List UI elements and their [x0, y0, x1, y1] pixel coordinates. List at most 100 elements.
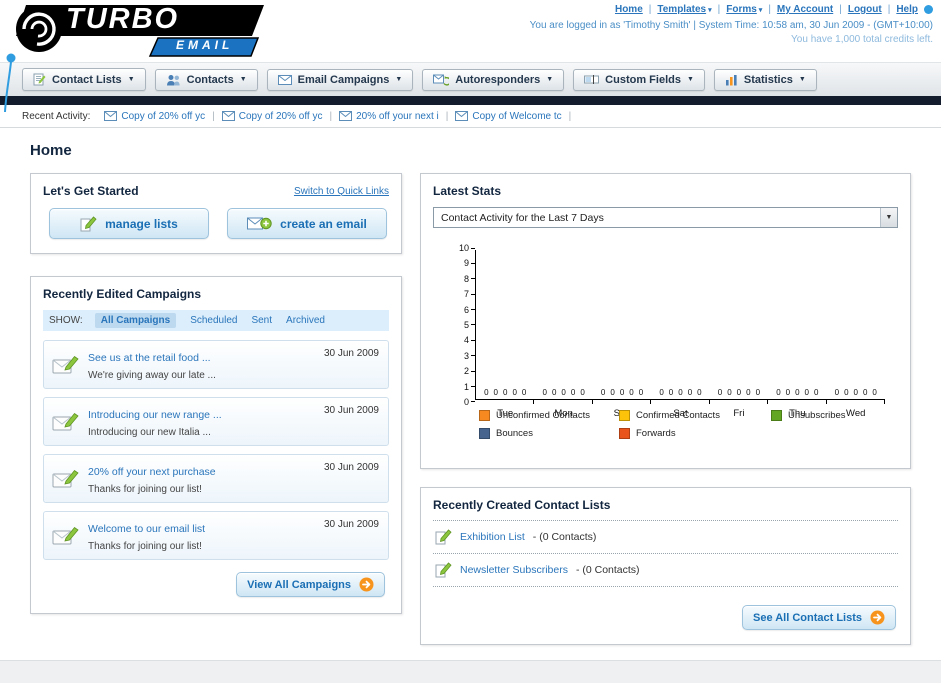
- campaign-row[interactable]: Introducing our new range ... Introducing…: [43, 397, 389, 446]
- chart-value-label: 0: [814, 388, 819, 397]
- y-axis-tick: [471, 401, 475, 403]
- page-footer: [0, 660, 941, 683]
- chart-day-group: 00000Sun: [593, 250, 652, 419]
- recent-activity-items: Copy of 20% off yc | Copy of 20% off yc | 20…: [100, 111, 574, 122]
- campaign-date: 30 Jun 2009: [323, 462, 379, 473]
- create-email-button[interactable]: create an email: [227, 208, 387, 239]
- recent-activity-bar: Recent Activity: Copy of 20% off yc | Copy…: [0, 105, 941, 128]
- tab-statistics[interactable]: Statistics ▼: [713, 68, 817, 91]
- chart-value-label: 0: [521, 388, 527, 397]
- envelope-icon: [221, 111, 235, 121]
- envelope-pencil-icon: [52, 405, 79, 438]
- legend-label: Bounces: [496, 428, 533, 439]
- tab-label: Custom Fields: [605, 73, 681, 86]
- campaign-title-link[interactable]: See us at the retail food ...: [88, 352, 211, 364]
- y-axis-value: 2: [463, 366, 469, 377]
- chart-value-label: 0: [512, 388, 517, 397]
- latest-stats-panel: Latest Stats Contact Activity for the La…: [420, 173, 911, 469]
- tab-email-campaigns[interactable]: Email Campaigns ▼: [266, 68, 414, 91]
- nav-link-my-account[interactable]: My Account: [777, 4, 833, 15]
- y-axis-value: 6: [463, 304, 469, 315]
- recent-activity-item[interactable]: Copy of Welcome tc: [455, 111, 562, 122]
- switch-quick-links-link[interactable]: Switch to Quick Links: [294, 186, 389, 197]
- contact-list-row[interactable]: Newsletter Subscribers - (0 Contacts): [433, 554, 898, 587]
- tab-label: Contacts: [186, 73, 234, 86]
- recent-activity-link[interactable]: 20% off your next i: [356, 111, 439, 122]
- view-all-campaigns-button[interactable]: View All Campaigns: [236, 572, 385, 597]
- contact-list-link[interactable]: Exhibition List: [460, 531, 525, 543]
- app-logo[interactable]: TURBO EMAIL: [8, 3, 270, 61]
- filter-archived[interactable]: Archived: [286, 315, 325, 326]
- campaign-row[interactable]: Welcome to our email list Thanks for join…: [43, 511, 389, 560]
- envelope-icon: [339, 111, 353, 121]
- tab-autoresponders[interactable]: Autoresponders ▼: [422, 68, 565, 91]
- contacts-icon: [166, 74, 181, 86]
- chart-value-label: 0: [484, 388, 489, 397]
- recent-activity-item[interactable]: Copy of 20% off yc: [104, 111, 205, 122]
- contact-lists-icon: [33, 73, 46, 86]
- caret-down-icon: ▼: [686, 76, 694, 83]
- chart-value-label: 0: [570, 388, 576, 397]
- contact-list-link[interactable]: Newsletter Subscribers: [460, 564, 568, 576]
- main-tabs: Contact Lists ▼ Contacts ▼ Email Campaigns ▼ A…: [0, 62, 941, 96]
- nav-link-home[interactable]: Home: [615, 4, 643, 15]
- chart-value-labels: 00000: [827, 388, 885, 397]
- campaign-date: 30 Jun 2009: [323, 405, 379, 416]
- y-axis-label: 4: [433, 335, 475, 345]
- nav-link-forms[interactable]: Forms ▾: [726, 4, 762, 15]
- y-axis-value: 10: [458, 243, 469, 253]
- recent-activity-label: Recent Activity:: [22, 110, 91, 122]
- campaign-title-link[interactable]: Introducing our new range ...: [88, 409, 222, 421]
- chart-value-label: 0: [785, 388, 791, 397]
- manage-lists-button[interactable]: manage lists: [49, 208, 209, 239]
- chart-value-label: 0: [687, 388, 693, 397]
- campaign-row[interactable]: 20% off your next purchase Thanks for joi…: [43, 454, 389, 503]
- logo-text-secondary: EMAIL: [176, 38, 234, 52]
- campaign-text: See us at the retail food ... We're givin…: [88, 348, 216, 381]
- orange-arrow-icon: [359, 577, 374, 592]
- stats-activity-dropdown[interactable]: Contact Activity for the Last 7 Days ▼: [433, 207, 898, 228]
- chart-value-label: 0: [629, 388, 634, 397]
- recent-activity-link[interactable]: Copy of Welcome tc: [472, 111, 561, 122]
- recent-activity-item[interactable]: Copy of 20% off yc: [221, 111, 323, 122]
- envelope-icon: [455, 111, 469, 121]
- y-axis-value: 5: [463, 319, 469, 330]
- tab-custom-fields[interactable]: Custom Fields ▼: [573, 68, 705, 91]
- tab-contact-lists[interactable]: Contact Lists ▼: [22, 68, 146, 91]
- y-axis-value: 0: [463, 396, 469, 407]
- envelope-pencil-icon: [52, 348, 79, 381]
- chart-value-label: 0: [542, 388, 547, 397]
- filter-all-campaigns[interactable]: All Campaigns: [94, 313, 177, 328]
- chart-day-group: 0 0 0 0 0 Thu: [768, 250, 827, 419]
- y-axis-label: 10: [433, 243, 475, 253]
- nav-link-help[interactable]: Help: [896, 4, 918, 15]
- tab-label: Statistics: [743, 73, 793, 86]
- see-all-contact-lists-button[interactable]: See All Contact Lists: [741, 605, 896, 630]
- pencil-icon: [435, 562, 452, 578]
- right-column: Latest Stats Contact Activity for the La…: [420, 173, 911, 645]
- envelope-pencil-icon: [52, 462, 79, 495]
- tab-label: Contact Lists: [52, 73, 122, 86]
- nav-link-logout[interactable]: Logout: [848, 4, 882, 15]
- caret-down-icon: ▼: [395, 76, 403, 83]
- campaign-row[interactable]: See us at the retail food ... We're givin…: [43, 340, 389, 389]
- recent-activity-item[interactable]: 20% off your next i: [339, 111, 439, 122]
- chart-value-label: 0: [638, 388, 644, 397]
- filter-sent[interactable]: Sent: [251, 315, 272, 326]
- chart-value-labels: 00000: [593, 388, 651, 397]
- campaign-subtitle: We're giving away our late ...: [88, 370, 216, 381]
- recent-activity-link[interactable]: Copy of 20% off yc: [239, 111, 323, 122]
- contact-list-row[interactable]: Exhibition List - (0 Contacts): [433, 520, 898, 554]
- chart-value-label: 0: [872, 388, 877, 397]
- recent-activity-link[interactable]: Copy of 20% off yc: [121, 111, 205, 122]
- nav-separator: |: [717, 4, 721, 15]
- nav-link-templates[interactable]: Templates ▾: [657, 4, 711, 15]
- tab-contacts[interactable]: Contacts ▼: [154, 68, 258, 91]
- campaign-text: Introducing our new range ... Introducing…: [88, 405, 222, 438]
- y-axis-value: 7: [463, 289, 469, 300]
- stats-title: Latest Stats: [433, 184, 502, 198]
- contact-list-count: - (0 Contacts): [575, 564, 640, 576]
- campaign-title-link[interactable]: Welcome to our email list: [88, 523, 205, 535]
- filter-scheduled[interactable]: Scheduled: [190, 315, 237, 326]
- campaign-title-link[interactable]: 20% off your next purchase: [88, 466, 216, 478]
